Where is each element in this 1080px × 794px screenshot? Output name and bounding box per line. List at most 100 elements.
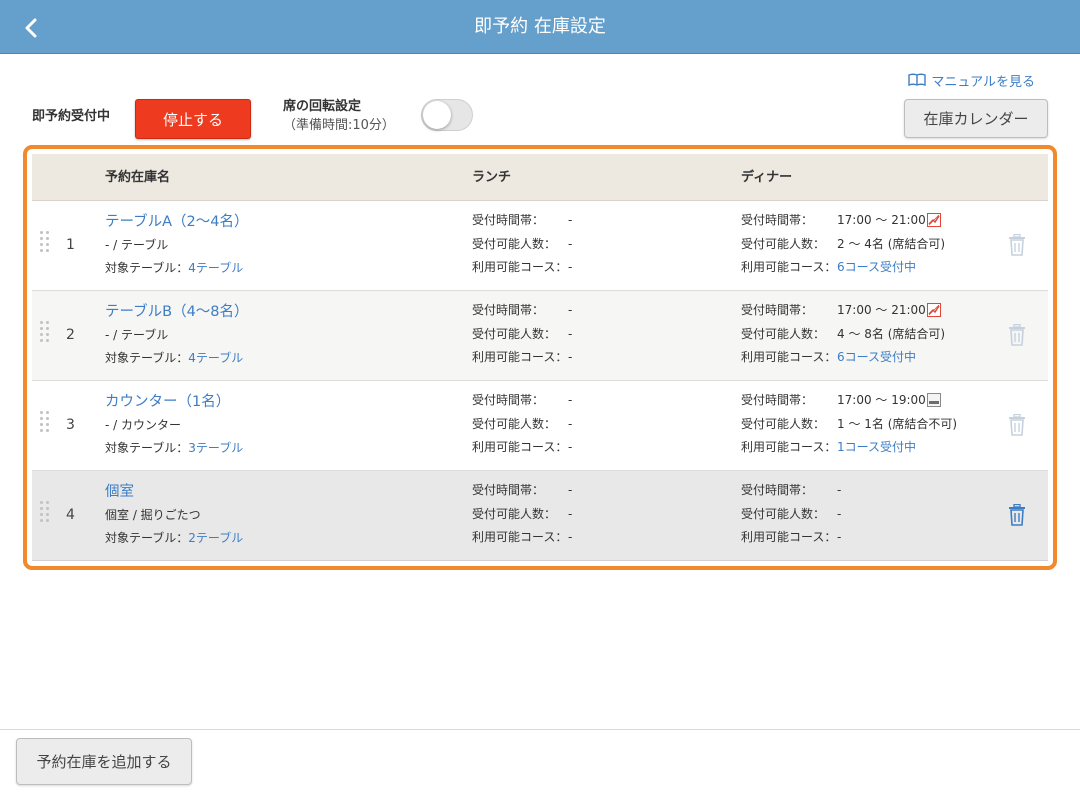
lunch-time-label: 受付時間帯： — [472, 483, 545, 497]
dinner-people-value: 4 〜 8名 (席結合可) — [837, 327, 946, 341]
dinner-time-value: - — [837, 483, 842, 497]
drag-handle-icon[interactable] — [40, 501, 50, 527]
lunch-people-value: - — [568, 507, 573, 521]
dinner-people-value: 2 〜 4名 (席結合可) — [837, 237, 946, 251]
stop-button[interactable]: 停止する — [135, 99, 251, 139]
lunch-time-value: - — [568, 303, 573, 317]
red-chart-icon — [927, 213, 941, 227]
dinner-time-value: 17:00 〜 21:00 — [837, 213, 926, 227]
row-index: 1 — [66, 237, 75, 253]
dinner-time-label: 受付時間帯： — [741, 213, 814, 227]
drag-handle-icon[interactable] — [40, 231, 50, 257]
lunch-time-label: 受付時間帯： — [472, 303, 545, 317]
dinner-course-label: 利用可能コース： — [741, 350, 837, 364]
lunch-slot: 受付時間帯： - 受付可能人数： - 利用可能コース： - — [472, 302, 732, 372]
dinner-slot: 受付時間帯： - 受付可能人数： - 利用可能コース： - — [741, 482, 1001, 552]
footer-divider — [0, 729, 1080, 730]
dinner-course-label: 利用可能コース： — [741, 260, 837, 274]
target-tables-label: 対象テーブル： — [105, 531, 189, 545]
header-lunch: ランチ — [472, 170, 512, 185]
dinner-people-label: 受付可能人数： — [741, 327, 826, 341]
rotation-toggle[interactable] — [421, 99, 473, 131]
target-tables-label: 対象テーブル： — [105, 261, 189, 275]
dinner-course-link[interactable]: 6コース受付中 — [837, 259, 916, 275]
add-inventory-button[interactable]: 予約在庫を追加する — [16, 738, 192, 785]
lunch-time-value: - — [568, 393, 573, 407]
lunch-course-label: 利用可能コース： — [472, 260, 568, 274]
target-tables: 対象テーブル：3テーブル — [105, 440, 243, 456]
trash-icon — [1009, 414, 1025, 436]
drag-handle-icon[interactable] — [40, 321, 50, 347]
lunch-time-label: 受付時間帯： — [472, 213, 545, 227]
header-dinner: ディナー — [741, 170, 793, 185]
inventory-type: - / テーブル — [105, 238, 169, 252]
dinner-course-label: 利用可能コース： — [741, 440, 837, 454]
dinner-course-link[interactable]: 6コース受付中 — [837, 349, 916, 365]
app-header: 即予約 在庫設定 — [0, 0, 1080, 54]
inventory-name-link[interactable]: テーブルB（4〜8名） — [105, 302, 249, 322]
row-index: 4 — [66, 507, 75, 523]
toggle-knob — [423, 101, 451, 129]
manual-link[interactable]: マニュアルを見る — [908, 70, 1035, 90]
row-index: 3 — [66, 417, 75, 433]
table-header: 予約在庫名 ランチ ディナー — [32, 154, 1048, 201]
target-tables-link[interactable]: 2テーブル — [188, 531, 243, 545]
inventory-name-link[interactable]: カウンター（1名） — [105, 392, 230, 412]
dinner-people-value: 1 〜 1名 (席結合不可) — [837, 417, 958, 431]
dinner-people-label: 受付可能人数： — [741, 237, 826, 251]
inventory-name-link[interactable]: テーブルA（2〜4名） — [105, 212, 249, 232]
dinner-slot: 受付時間帯： 17:00 〜 21:00 受付可能人数： 2 〜 4名 (席結合可) 利… — [741, 212, 1001, 282]
table-row[interactable]: 4 個室 個室 / 掘りごたつ 対象テーブル：2テーブル 受付時間帯： - 受付可能人数： -… — [32, 471, 1048, 561]
target-tables-link[interactable]: 4テーブル — [188, 351, 243, 365]
dinner-course-link: - — [837, 530, 842, 544]
table-row[interactable]: 2 テーブルB（4〜8名） - / テーブル 対象テーブル：4テーブル 受付時間帯： - 受… — [32, 291, 1048, 381]
dinner-time-value: 17:00 〜 19:00 — [837, 393, 926, 407]
red-chart-icon — [927, 303, 941, 317]
lunch-slot: 受付時間帯： - 受付可能人数： - 利用可能コース： - — [472, 212, 732, 282]
inventory-calendar-button[interactable]: 在庫カレンダー — [904, 99, 1048, 138]
lunch-people-label: 受付可能人数： — [472, 507, 557, 521]
lunch-people-value: - — [568, 417, 573, 431]
lunch-people-label: 受付可能人数： — [472, 327, 557, 341]
inventory-type: - / カウンター — [105, 418, 182, 432]
accepting-status-label: 即予約受付中 — [32, 109, 111, 124]
lunch-time-value: - — [568, 213, 573, 227]
dinner-people-label: 受付可能人数： — [741, 417, 826, 431]
lunch-time-label: 受付時間帯： — [472, 393, 545, 407]
dinner-people-label: 受付可能人数： — [741, 507, 826, 521]
dinner-time-label: 受付時間帯： — [741, 483, 814, 497]
dinner-slot: 受付時間帯： 17:00 〜 21:00 受付可能人数： 4 〜 8名 (席結合可) 利… — [741, 302, 1001, 372]
drag-handle-icon[interactable] — [40, 411, 50, 437]
target-tables: 対象テーブル：4テーブル — [105, 350, 243, 366]
target-tables-label: 対象テーブル： — [105, 441, 189, 455]
lunch-people-value: - — [568, 237, 573, 251]
lunch-course-label: 利用可能コース： — [472, 530, 568, 544]
trash-icon — [1009, 234, 1025, 256]
dinner-course-label: 利用可能コース： — [741, 530, 837, 544]
grey-chart-icon — [927, 393, 941, 407]
rotation-setting-subtitle: （準備時間:10分） — [283, 118, 395, 133]
target-tables-link[interactable]: 4テーブル — [188, 261, 243, 275]
target-tables-link[interactable]: 3テーブル — [188, 441, 243, 455]
rotation-setting-title: 席の回転設定 — [283, 99, 362, 114]
dinner-time-label: 受付時間帯： — [741, 393, 814, 407]
book-icon — [908, 73, 927, 87]
header-name: 予約在庫名 — [105, 170, 171, 185]
dinner-course-link[interactable]: 1コース受付中 — [837, 439, 916, 455]
lunch-people-value: - — [568, 327, 573, 341]
lunch-slot: 受付時間帯： - 受付可能人数： - 利用可能コース： - — [472, 392, 732, 462]
table-row[interactable]: 3 カウンター（1名） - / カウンター 対象テーブル：3テーブル 受付時間帯： - 受付… — [32, 381, 1048, 471]
table-row[interactable]: 1 テーブルA（2〜4名） - / テーブル対象テーブル：4テーブル 受付時間帯： - 受… — [32, 201, 1048, 291]
inventory-type: - / テーブル — [105, 328, 169, 342]
target-tables: 対象テーブル：4テーブル — [105, 260, 243, 276]
page-title: 即予約 在庫設定 — [474, 16, 606, 37]
lunch-course-value: - — [568, 440, 573, 454]
trash-icon — [1009, 324, 1025, 346]
dinner-slot: 受付時間帯： 17:00 〜 19:00 受付可能人数： 1 〜 1名 (席結合不可)… — [741, 392, 1001, 462]
lunch-course-value: - — [568, 260, 573, 274]
dinner-time-value: 17:00 〜 21:00 — [837, 303, 926, 317]
target-tables-label: 対象テーブル： — [105, 351, 189, 365]
trash-icon[interactable] — [1008, 504, 1026, 526]
inventory-name-link[interactable]: 個室 — [105, 482, 134, 502]
lunch-people-label: 受付可能人数： — [472, 417, 557, 431]
